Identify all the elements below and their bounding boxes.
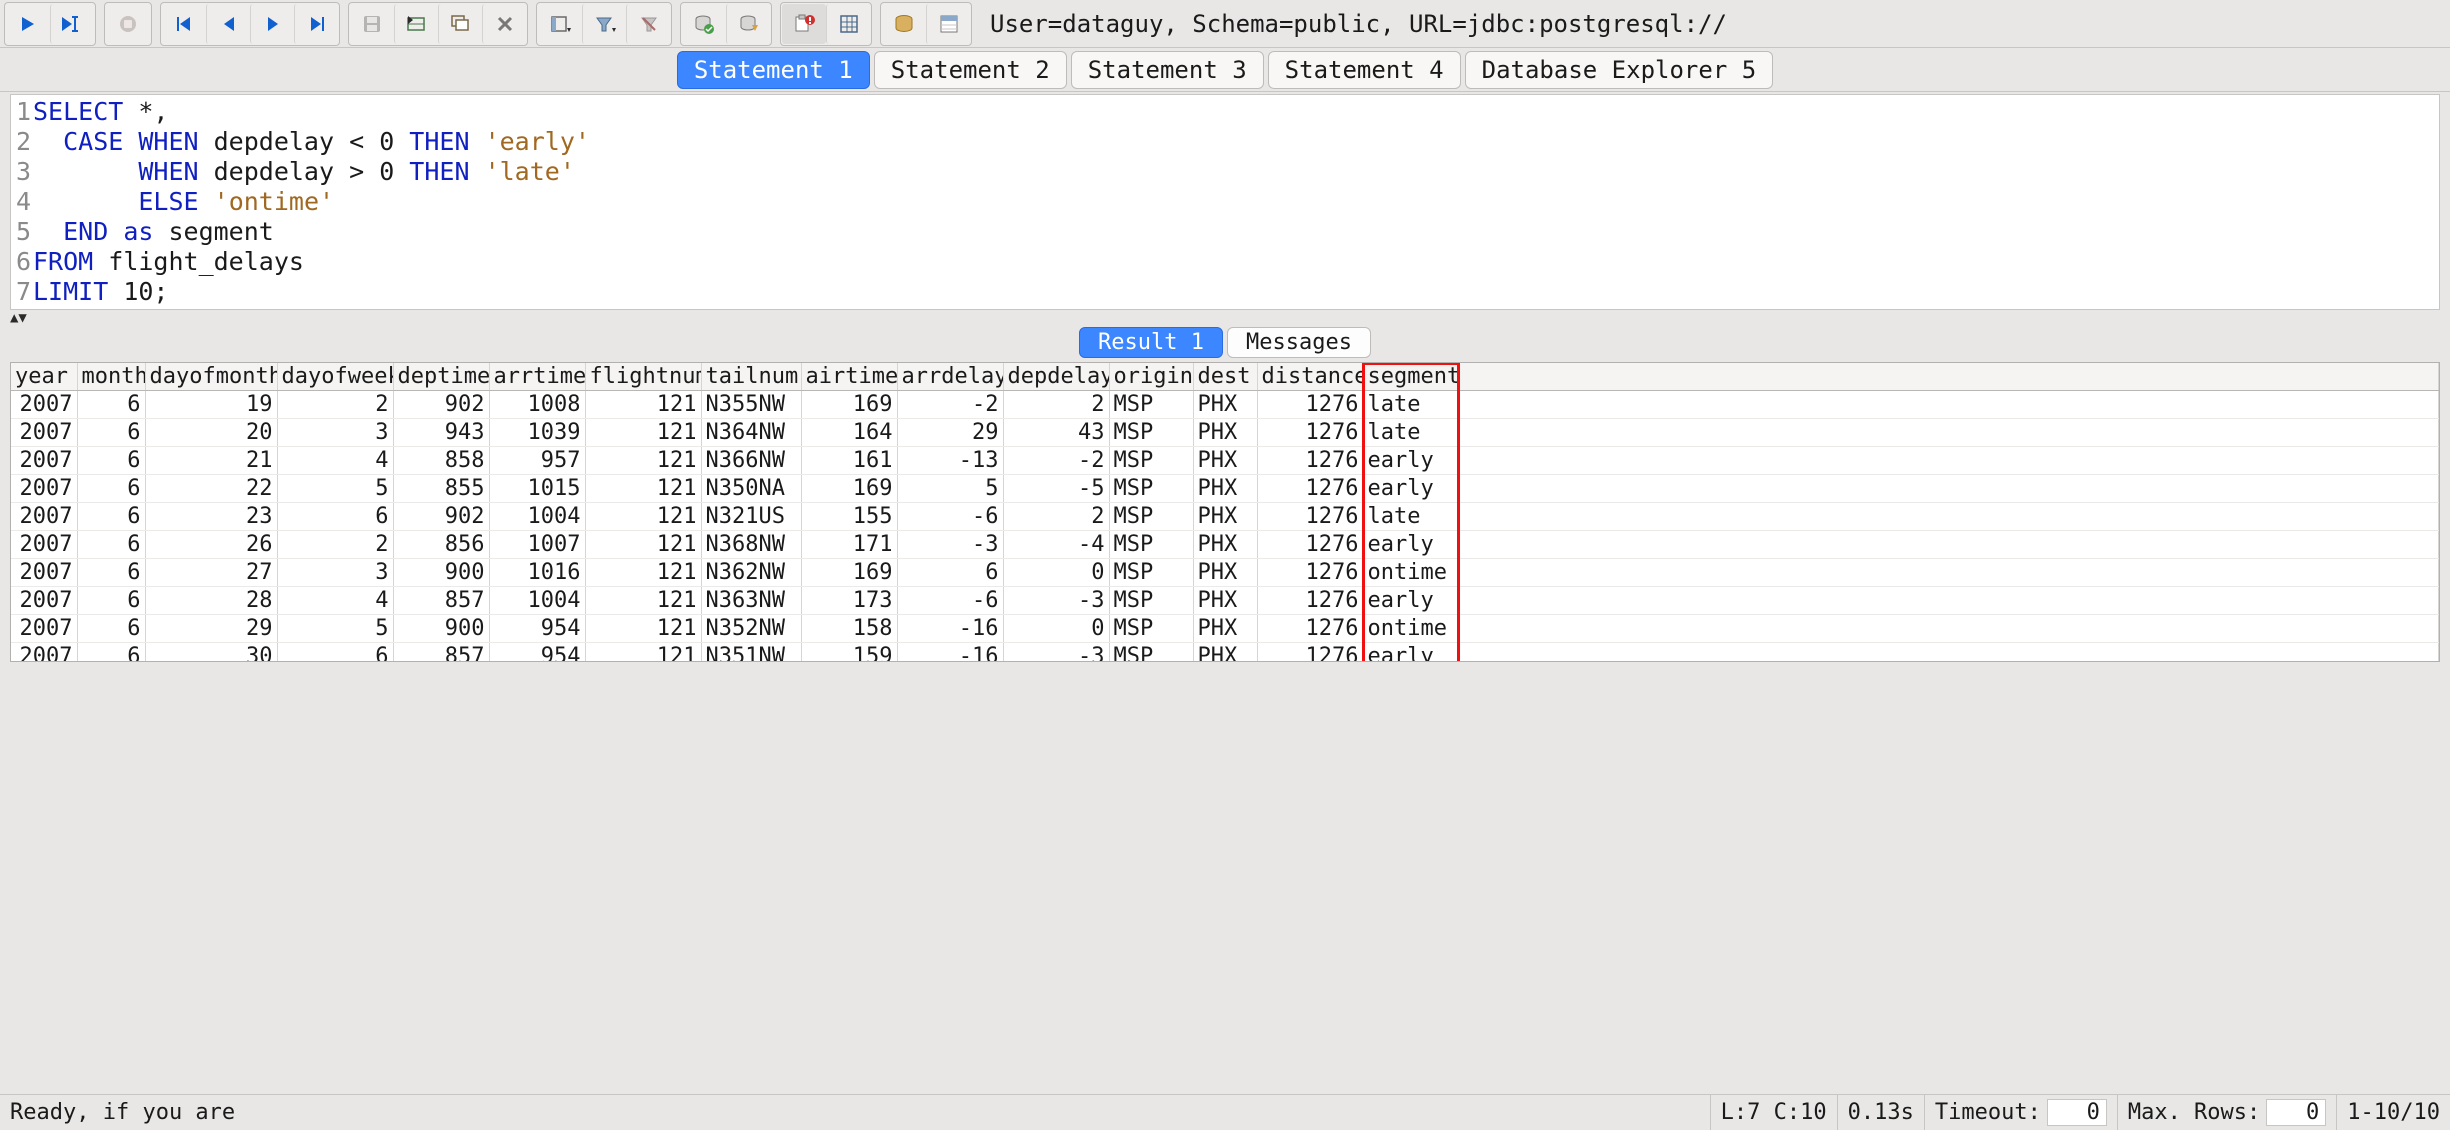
table-row[interactable]: 200762628561007121N368NW171-3-4MSPPHX127… <box>11 531 2439 559</box>
db-explorer-button[interactable] <box>882 4 926 44</box>
status-maxrows: Max. Rows: 0 <box>2118 1095 2337 1130</box>
column-header-deptime[interactable]: deptime <box>393 363 489 391</box>
delete-row-button[interactable] <box>482 4 526 44</box>
result-tabs: Result 1Messages <box>0 324 2450 360</box>
column-header-dayofmonth[interactable]: dayofmonth <box>145 363 277 391</box>
table-row[interactable]: 200762369021004121N321US155-62MSPPHX1276… <box>11 503 2439 531</box>
table-row[interactable]: 20076214858957121N366NW161-13-2MSPPHX127… <box>11 447 2439 475</box>
statement-tabs: Statement 1Statement 2Statement 3Stateme… <box>0 48 2450 92</box>
connection-info: User=dataguy, Schema=public, URL=jdbc:po… <box>980 6 2446 42</box>
clear-filter-button[interactable] <box>626 4 670 44</box>
column-header-origin[interactable]: origin <box>1109 363 1193 391</box>
table-row[interactable]: 200762848571004121N363NW173-6-3MSPPHX127… <box>11 587 2439 615</box>
status-timeout: Timeout: 0 <box>1925 1095 2118 1130</box>
column-header-arrdelay[interactable]: arrdelay <box>897 363 1003 391</box>
column-header-arrtime[interactable]: arrtime <box>489 363 585 391</box>
tab-statement-4[interactable]: Statement 4 <box>1268 51 1461 89</box>
status-bar: Ready, if you are L:7 C:10 0.13s Timeout… <box>0 1094 2450 1130</box>
transaction-alert-button[interactable] <box>782 4 826 44</box>
line-number: 3 <box>11 157 33 187</box>
status-cursor-pos: L:7 C:10 <box>1711 1095 1838 1130</box>
column-header-dayofweek[interactable]: dayofweek <box>277 363 393 391</box>
rollback-button[interactable] <box>726 4 770 44</box>
filter-button[interactable] <box>582 4 626 44</box>
table-row[interactable]: 200762739001016121N362NW16960MSPPHX1276o… <box>11 559 2439 587</box>
save-button[interactable] <box>350 4 394 44</box>
status-elapsed: 0.13s <box>1838 1095 1925 1130</box>
run-cursor-button[interactable] <box>50 4 94 44</box>
tab-statement-5[interactable]: Database Explorer 5 <box>1465 51 1774 89</box>
line-number: 2 <box>11 127 33 157</box>
commit-button[interactable] <box>682 4 726 44</box>
last-record-button[interactable] <box>294 4 338 44</box>
tab-messages[interactable]: Messages <box>1227 327 1371 358</box>
line-number: 7 <box>11 277 33 307</box>
splitter-handle[interactable]: ▲▼ <box>10 310 2440 324</box>
status-ready: Ready, if you are <box>0 1095 1711 1130</box>
line-number: 5 <box>11 217 33 247</box>
stop-button[interactable] <box>106 4 150 44</box>
toolbar: User=dataguy, Schema=public, URL=jdbc:po… <box>0 0 2450 48</box>
column-header-dest[interactable]: dest <box>1193 363 1257 391</box>
column-header-month[interactable]: month <box>77 363 145 391</box>
column-header-airtime[interactable]: airtime <box>801 363 897 391</box>
run-button[interactable] <box>6 4 50 44</box>
table-row[interactable]: 20076306857954121N351NW159-16-3MSPPHX127… <box>11 643 2439 663</box>
next-record-button[interactable] <box>250 4 294 44</box>
column-header-distance[interactable]: distance <box>1257 363 1363 391</box>
insert-row-button[interactable] <box>394 4 438 44</box>
result-grid-button[interactable] <box>826 4 870 44</box>
tab-statement-2[interactable]: Statement 2 <box>874 51 1067 89</box>
table-row[interactable]: 200762258551015121N350NA1695-5MSPPHX1276… <box>11 475 2439 503</box>
line-number: 4 <box>11 187 33 217</box>
tab-statement-1[interactable]: Statement 1 <box>677 51 870 89</box>
copy-row-button[interactable] <box>438 4 482 44</box>
line-number: 1 <box>11 97 33 127</box>
tab-result-1[interactable]: Result 1 <box>1079 327 1223 358</box>
table-row[interactable]: 200762039431039121N364NW1642943MSPPHX127… <box>11 419 2439 447</box>
prev-record-button[interactable] <box>206 4 250 44</box>
table-row[interactable]: 20076295900954121N352NW158-160MSPPHX1276… <box>11 615 2439 643</box>
line-number: 6 <box>11 247 33 277</box>
column-header-tailnum[interactable]: tailnum <box>701 363 801 391</box>
select-columns-button[interactable] <box>538 4 582 44</box>
maxrows-input[interactable]: 0 <box>2266 1099 2326 1126</box>
tab-statement-3[interactable]: Statement 3 <box>1071 51 1264 89</box>
timeout-input[interactable]: 0 <box>2047 1099 2107 1126</box>
first-record-button[interactable] <box>162 4 206 44</box>
column-header-segment[interactable]: segment <box>1363 363 1459 391</box>
column-header-year[interactable]: year <box>11 363 77 391</box>
sql-editor[interactable]: 1SELECT *,2 CASE WHEN depdelay < 0 THEN … <box>10 94 2440 310</box>
db-properties-button[interactable] <box>926 4 970 44</box>
table-row[interactable]: 200761929021008121N355NW169-22MSPPHX1276… <box>11 391 2439 419</box>
column-header-flightnum[interactable]: flightnum <box>585 363 701 391</box>
results-grid[interactable]: yearmonthdayofmonthdayofweekdeptimearrti… <box>10 362 2440 662</box>
column-header-depdelay[interactable]: depdelay <box>1003 363 1109 391</box>
status-row-range: 1-10/10 <box>2337 1095 2450 1130</box>
